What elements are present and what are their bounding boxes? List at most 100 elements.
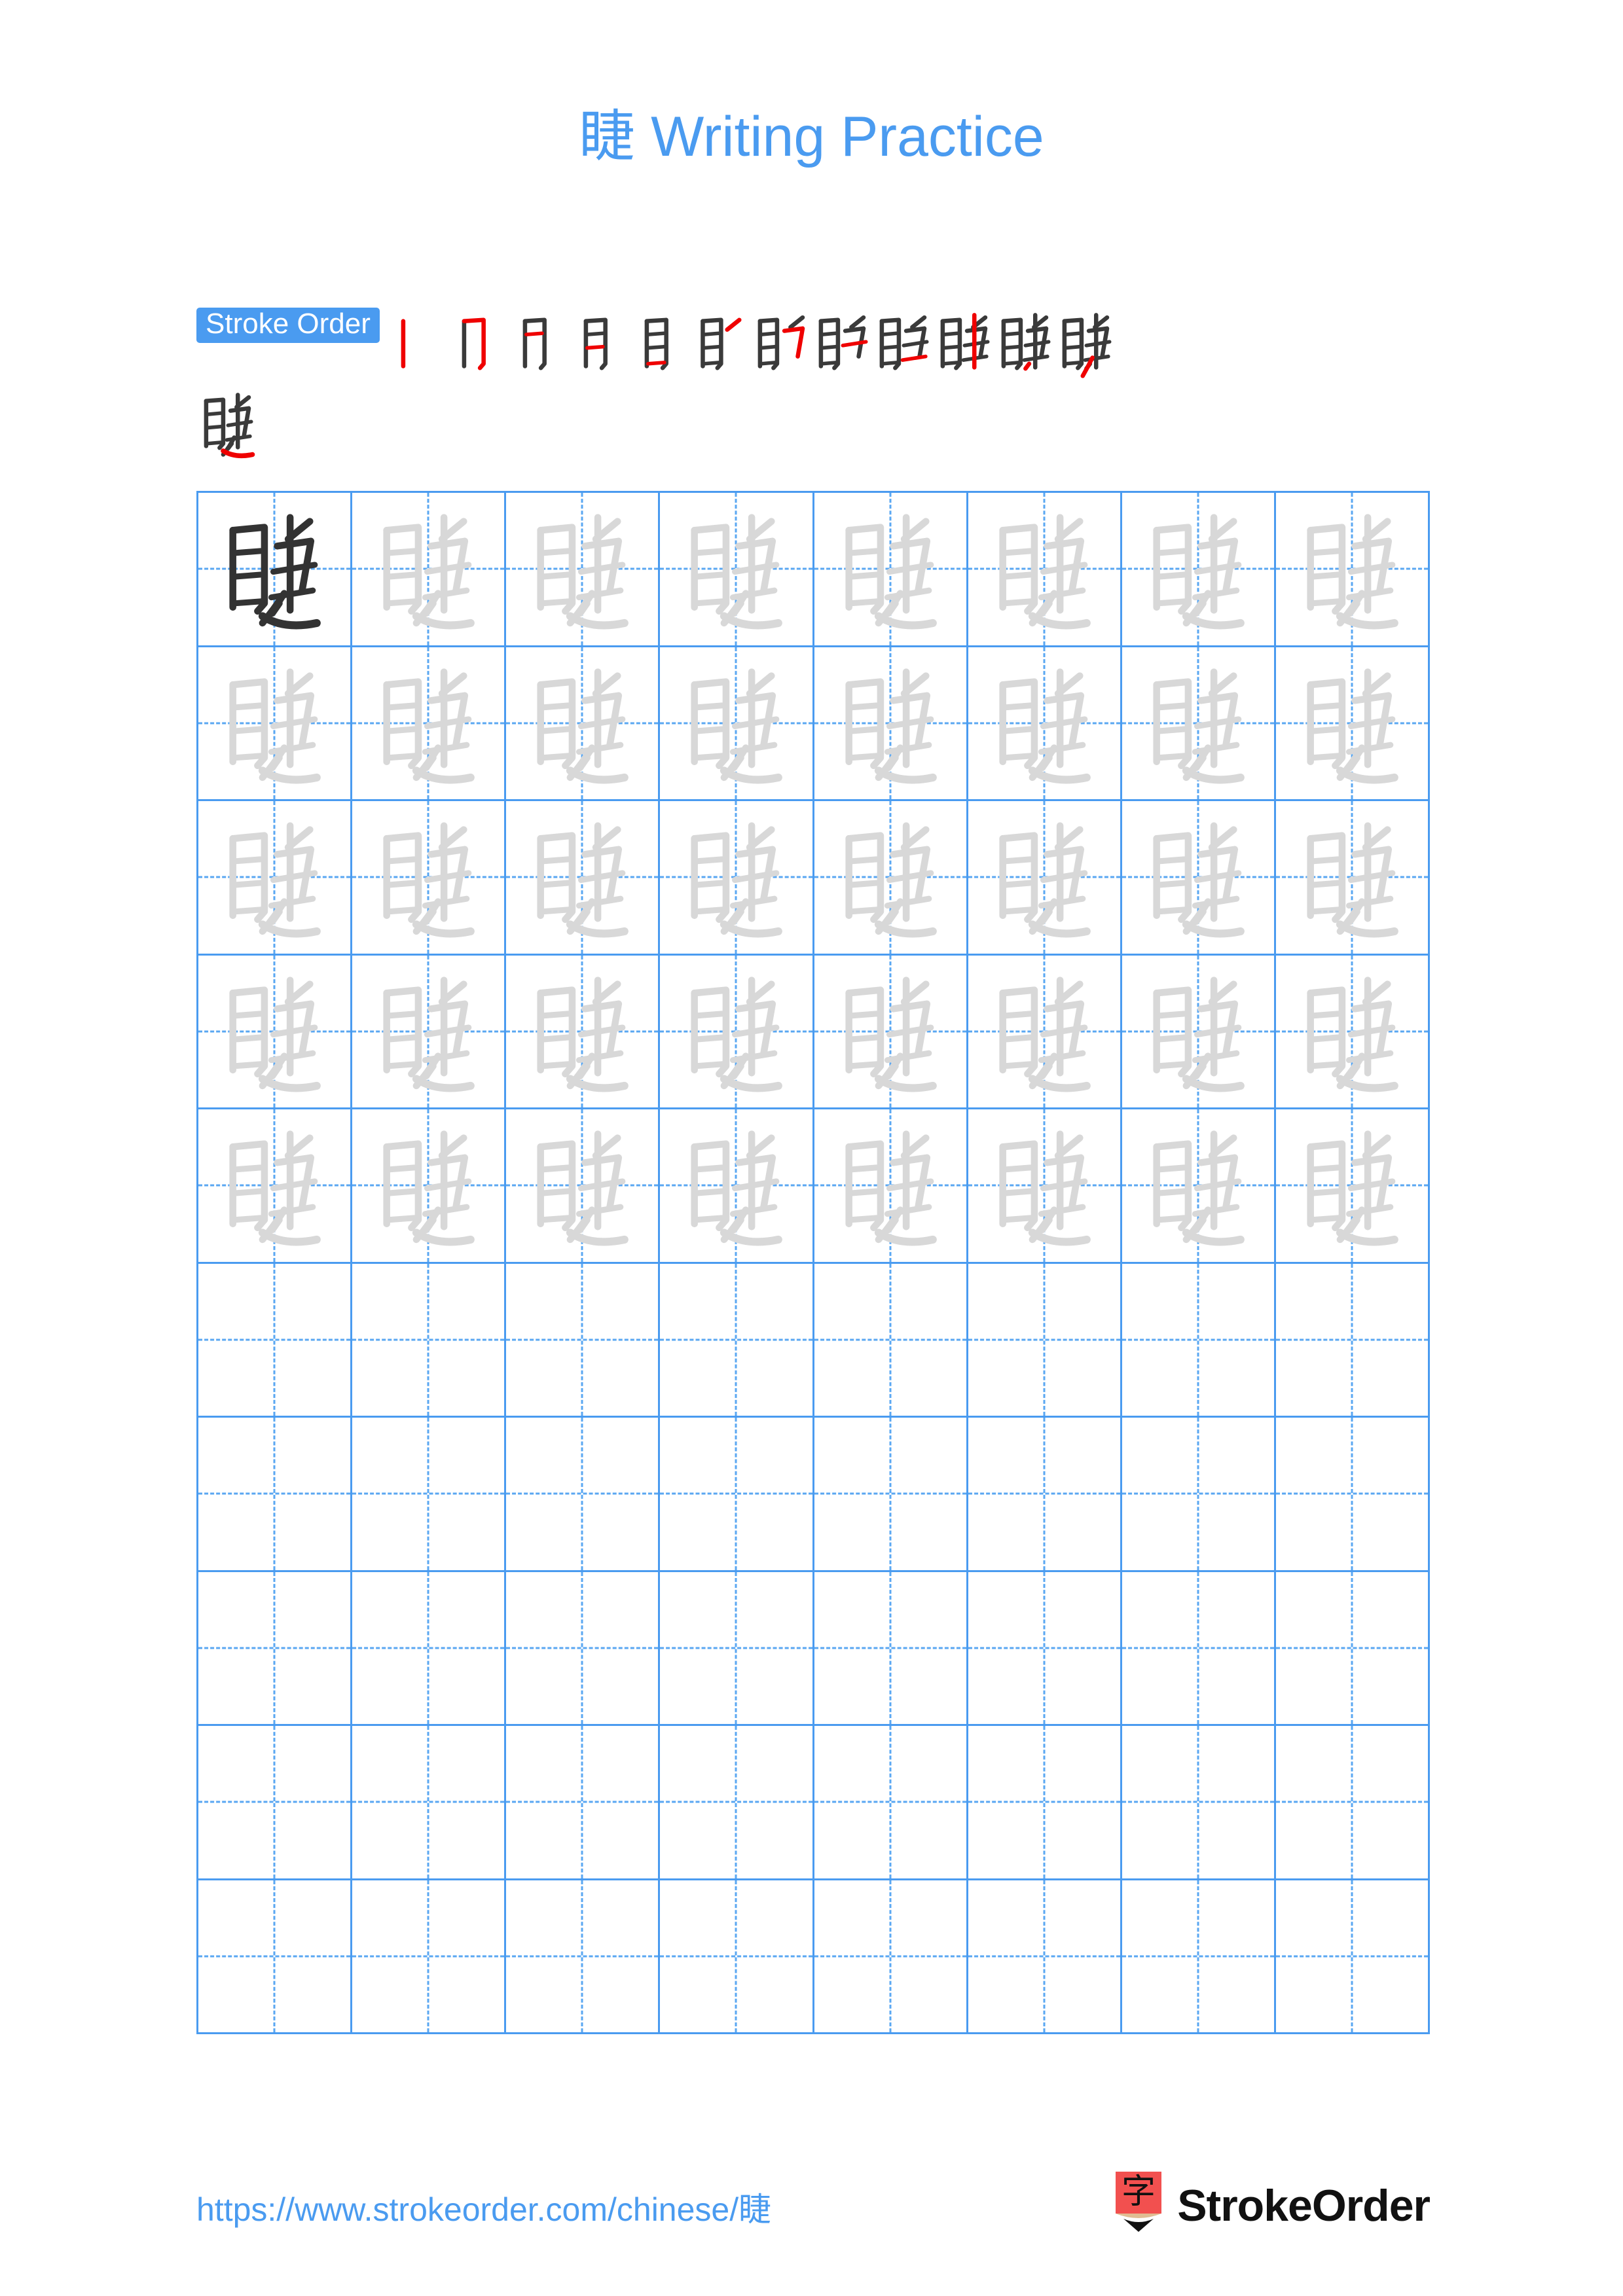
practice-cell-blank[interactable] <box>814 1880 968 2034</box>
character-glyph-model <box>198 493 350 645</box>
practice-cell-blank[interactable] <box>506 1571 661 1726</box>
practice-cell-trace[interactable] <box>1275 801 1430 956</box>
practice-cell-blank[interactable] <box>198 1880 353 2034</box>
practice-cell-blank[interactable] <box>198 1263 353 1418</box>
practice-cell-trace[interactable] <box>506 801 661 956</box>
practice-cell-blank[interactable] <box>968 1880 1122 2034</box>
stroke-step-11 <box>994 308 1055 381</box>
practice-cell-blank[interactable] <box>198 1418 353 1572</box>
character-glyph-trace <box>1122 647 1274 800</box>
practice-cell-trace[interactable] <box>352 493 507 647</box>
practice-cell-trace[interactable] <box>1275 955 1430 1109</box>
practice-cell-blank[interactable] <box>660 1418 814 1572</box>
practice-cell-trace[interactable] <box>198 801 353 956</box>
practice-cell-trace[interactable] <box>1122 647 1276 801</box>
character-glyph-trace <box>506 1109 658 1262</box>
practice-cell-blank[interactable] <box>660 1263 814 1418</box>
practice-cell-trace[interactable] <box>1275 1109 1430 1264</box>
practice-cell-trace[interactable] <box>1275 647 1430 801</box>
stroke-step-4 <box>568 308 629 381</box>
brand-logo[interactable]: 字 StrokeOrder <box>1114 2172 1431 2240</box>
practice-cell-blank[interactable] <box>506 1726 661 1880</box>
practice-cell-trace[interactable] <box>198 647 353 801</box>
practice-cell-blank[interactable] <box>814 1571 968 1726</box>
practice-cell-blank[interactable] <box>198 1726 353 1880</box>
character-glyph-trace <box>1122 493 1274 645</box>
practice-cell-blank[interactable] <box>814 1726 968 1880</box>
practice-cell-blank[interactable] <box>1122 1726 1276 1880</box>
practice-cell-trace[interactable] <box>660 801 814 956</box>
practice-cell-model[interactable] <box>198 493 353 647</box>
practice-cell-trace[interactable] <box>660 1109 814 1264</box>
practice-cell-blank[interactable] <box>352 1571 507 1726</box>
practice-cell-blank[interactable] <box>506 1263 661 1418</box>
practice-cell-blank[interactable] <box>198 1571 353 1726</box>
practice-cell-blank[interactable] <box>1122 1418 1276 1572</box>
page-footer: https://www.strokeorder.com/chinese/睫 字 … <box>0 2172 1623 2271</box>
practice-cell-blank[interactable] <box>1122 1880 1276 2034</box>
practice-cell-blank[interactable] <box>506 1880 661 2034</box>
practice-cell-blank[interactable] <box>968 1571 1122 1726</box>
practice-cell-trace[interactable] <box>660 955 814 1109</box>
practice-cell-trace[interactable] <box>660 493 814 647</box>
stroke-step-7 <box>750 308 811 381</box>
character-glyph-trace <box>660 493 812 645</box>
practice-cell-blank[interactable] <box>1275 1263 1430 1418</box>
practice-cell-trace[interactable] <box>352 955 507 1109</box>
practice-cell-trace[interactable] <box>660 647 814 801</box>
practice-cell-blank[interactable] <box>506 1418 661 1572</box>
practice-cell-blank[interactable] <box>968 1418 1122 1572</box>
practice-cell-blank[interactable] <box>814 1418 968 1572</box>
practice-cell-blank[interactable] <box>352 1418 507 1572</box>
practice-cell-trace[interactable] <box>1122 801 1276 956</box>
practice-cell-blank[interactable] <box>1275 1571 1430 1726</box>
practice-cell-blank[interactable] <box>1275 1880 1430 2034</box>
practice-cell-trace[interactable] <box>352 647 507 801</box>
practice-cell-blank[interactable] <box>968 1726 1122 1880</box>
practice-cell-blank[interactable] <box>1275 1726 1430 1880</box>
practice-cell-trace[interactable] <box>968 493 1122 647</box>
practice-cell-trace[interactable] <box>198 955 353 1109</box>
character-glyph-trace <box>814 956 966 1108</box>
stroke-step-13 <box>196 387 257 461</box>
practice-cell-trace[interactable] <box>814 955 968 1109</box>
stroke-order-section: Stroke Order <box>196 308 1434 461</box>
practice-cell-blank[interactable] <box>1275 1418 1430 1572</box>
practice-cell-trace[interactable] <box>198 1109 353 1264</box>
practice-cell-trace[interactable] <box>506 1109 661 1264</box>
practice-cell-blank[interactable] <box>660 1880 814 2034</box>
practice-cell-trace[interactable] <box>352 801 507 956</box>
practice-cell-blank[interactable] <box>352 1726 507 1880</box>
svg-text:字: 字 <box>1122 2172 1156 2212</box>
stroke-step-8 <box>811 308 872 381</box>
practice-cell-trace[interactable] <box>1122 955 1276 1109</box>
character-glyph-trace <box>1276 493 1428 645</box>
practice-cell-blank[interactable] <box>968 1263 1122 1418</box>
practice-cell-trace[interactable] <box>352 1109 507 1264</box>
practice-cell-trace[interactable] <box>814 647 968 801</box>
practice-cell-trace[interactable] <box>814 1109 968 1264</box>
practice-cell-blank[interactable] <box>814 1263 968 1418</box>
practice-cell-trace[interactable] <box>968 647 1122 801</box>
practice-cell-trace[interactable] <box>506 955 661 1109</box>
practice-cell-trace[interactable] <box>506 493 661 647</box>
practice-cell-trace[interactable] <box>968 801 1122 956</box>
character-glyph-trace <box>198 1109 350 1262</box>
practice-cell-blank[interactable] <box>352 1880 507 2034</box>
footer-url-link[interactable]: https://www.strokeorder.com/chinese/睫 <box>196 2183 771 2231</box>
character-glyph-trace <box>352 801 504 954</box>
practice-cell-trace[interactable] <box>968 1109 1122 1264</box>
practice-cell-trace[interactable] <box>1275 493 1430 647</box>
practice-cell-trace[interactable] <box>814 493 968 647</box>
practice-cell-trace[interactable] <box>968 955 1122 1109</box>
practice-cell-trace[interactable] <box>814 801 968 956</box>
practice-cell-blank[interactable] <box>660 1726 814 1880</box>
practice-cell-blank[interactable] <box>1122 1263 1276 1418</box>
practice-cell-blank[interactable] <box>1122 1571 1276 1726</box>
practice-cell-trace[interactable] <box>1122 493 1276 647</box>
character-glyph-trace <box>660 647 812 800</box>
practice-cell-blank[interactable] <box>660 1571 814 1726</box>
practice-cell-blank[interactable] <box>352 1263 507 1418</box>
practice-cell-trace[interactable] <box>506 647 661 801</box>
practice-cell-trace[interactable] <box>1122 1109 1276 1264</box>
